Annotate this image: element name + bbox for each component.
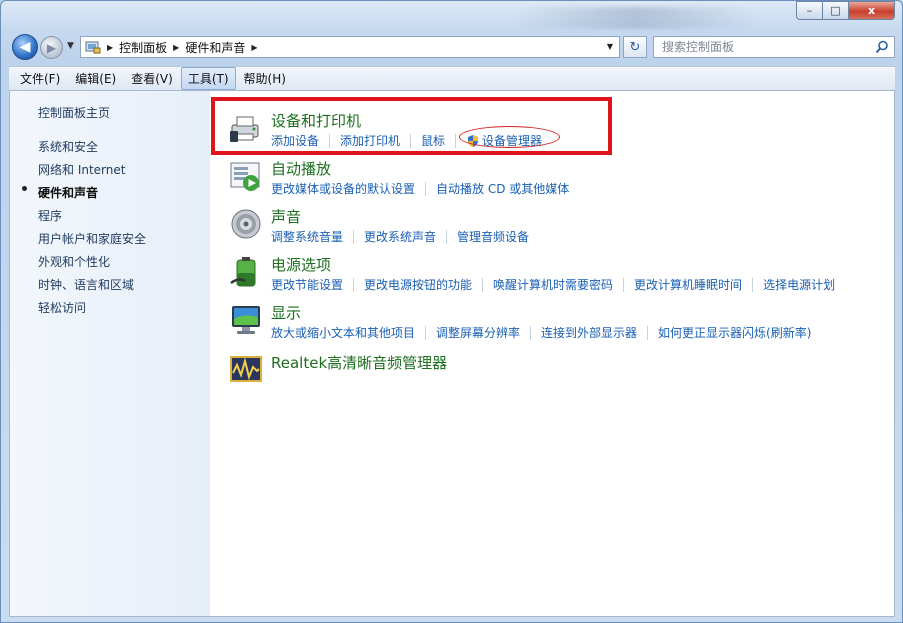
recent-pages-dropdown[interactable]: ▼ [67,41,74,51]
link-external-display[interactable]: 连接到外部显示器 [541,324,637,341]
window-caption-buttons: – □ x [796,1,895,20]
sidebar-item-ease-of-access[interactable]: 轻松访问 [38,299,86,316]
link-change-sounds[interactable]: 更改系统声音 [364,228,436,245]
current-item-bullet-icon [22,186,27,191]
minimize-button[interactable]: – [796,1,823,20]
menu-tools[interactable]: 工具(T) [180,67,236,90]
sidebar-item-hardware-sound[interactable]: 硬件和声音 [38,184,98,201]
refresh-button[interactable]: ↻ [623,36,647,58]
sidebar-item-user-accounts[interactable]: 用户帐户和家庭安全 [38,230,146,247]
link-change-media-defaults[interactable]: 更改媒体或设备的默认设置 [271,180,415,197]
monitor-icon[interactable] [229,303,263,337]
category-links: 更改节能设置 更改电源按钮的功能 唤醒计算机时需要密码 更改计算机睡眠时间 选择… [271,276,835,293]
content-pane: 控制面板主页 系统和安全 网络和 Internet 硬件和声音 程序 用户帐户和… [9,90,895,617]
forward-button[interactable]: ▶ [40,36,63,59]
category-title-power-options[interactable]: 电源选项 [271,254,331,275]
menu-file[interactable]: 文件(F) [13,67,67,90]
breadcrumb-separator-icon[interactable]: ▶ [107,43,113,52]
link-text-size[interactable]: 放大或缩小文本和其他项目 [271,324,415,341]
address-dropdown-icon[interactable]: ▼ [607,42,613,51]
link-divider [530,325,532,340]
menu-view[interactable]: 查看(V) [124,67,180,90]
menu-edit[interactable]: 编辑(E) [68,67,123,90]
breadcrumb-separator-icon[interactable]: ▶ [173,43,179,52]
link-divider [446,229,448,244]
category-links: 调整系统音量 更改系统声音 管理音频设备 [271,228,529,245]
menu-help[interactable]: 帮助(H) [237,67,293,90]
link-wake-password[interactable]: 唤醒计算机时需要密码 [493,276,613,293]
sidebar: 控制面板主页 系统和安全 网络和 Internet 硬件和声音 程序 用户帐户和… [10,91,210,616]
link-divider [425,325,427,340]
battery-icon[interactable] [229,255,263,289]
link-power-button[interactable]: 更改电源按钮的功能 [364,276,472,293]
forward-arrow-icon: ▶ [46,40,57,55]
category-list: 设备和打印机 添加设备 添加打印机 鼠标 设备管理器 自动播放 更改媒体或设备的… [210,91,895,616]
link-autoplay-cd[interactable]: 自动播放 CD 或其他媒体 [436,180,569,197]
blurred-title-area [516,7,756,29]
category-links: 更改媒体或设备的默认设置 自动播放 CD 或其他媒体 [271,180,569,197]
link-sleep-time[interactable]: 更改计算机睡眠时间 [634,276,742,293]
category-title-display[interactable]: 显示 [271,302,301,323]
link-manage-audio-devices[interactable]: 管理音频设备 [457,228,529,245]
speaker-icon[interactable] [229,207,263,241]
sidebar-item-clock-region[interactable]: 时钟、语言和区域 [38,276,134,293]
address-bar[interactable]: ▶ 控制面板 ▶ 硬件和声音 ▶ ▼ [80,36,620,58]
autoplay-icon[interactable] [229,159,263,193]
link-screen-resolution[interactable]: 调整屏幕分辨率 [436,324,520,341]
link-choose-power-plan[interactable]: 选择电源计划 [763,276,835,293]
menu-bar: 文件(F) 编辑(E) 查看(V) 工具(T) 帮助(H) [9,66,895,90]
link-divider [482,277,484,292]
realtek-audio-icon[interactable] [229,353,263,387]
link-divider [647,325,649,340]
category-title-sound[interactable]: 声音 [271,206,301,227]
link-divider [425,181,427,196]
link-fix-flicker[interactable]: 如何更正显示器闪烁(刷新率) [658,324,811,341]
refresh-icon: ↻ [629,39,641,55]
highlight-oval-annotation [459,126,560,148]
link-divider [752,277,754,292]
category-title-realtek-audio[interactable]: Realtek高清晰音频管理器 [271,352,447,373]
breadcrumb-hardware-sound[interactable]: 硬件和声音 [185,39,245,56]
link-divider [353,277,355,292]
category-title-autoplay[interactable]: 自动播放 [271,158,331,179]
sidebar-item-network[interactable]: 网络和 Internet [38,161,125,178]
sidebar-item-appearance[interactable]: 外观和个性化 [38,253,110,270]
sidebar-home-link[interactable]: 控制面板主页 [38,104,110,121]
category-links: 放大或缩小文本和其他项目 调整屏幕分辨率 连接到外部显示器 如何更正显示器闪烁(… [271,324,811,341]
search-box[interactable] [653,36,895,58]
breadcrumb-control-panel[interactable]: 控制面板 [119,39,167,56]
link-power-saving[interactable]: 更改节能设置 [271,276,343,293]
highlight-box-annotation [211,97,612,155]
link-adjust-volume[interactable]: 调整系统音量 [271,228,343,245]
maximize-button[interactable]: □ [823,1,849,20]
breadcrumb-separator-icon[interactable]: ▶ [251,43,257,52]
control-panel-icon [85,41,101,54]
link-divider [353,229,355,244]
link-divider [623,277,625,292]
back-button[interactable]: ◀ [12,34,38,60]
search-icon[interactable] [875,40,889,54]
explorer-window: – □ x ◀ ▶ ▼ ▶ 控制面板 ▶ 硬件和声音 ▶ ▼ ↻ 文件(F) 编… [0,0,903,623]
sidebar-item-system-security[interactable]: 系统和安全 [38,138,98,155]
search-input[interactable] [662,40,862,54]
back-arrow-icon: ◀ [19,39,31,55]
sidebar-item-programs[interactable]: 程序 [38,207,62,224]
close-button[interactable]: x [849,1,895,20]
